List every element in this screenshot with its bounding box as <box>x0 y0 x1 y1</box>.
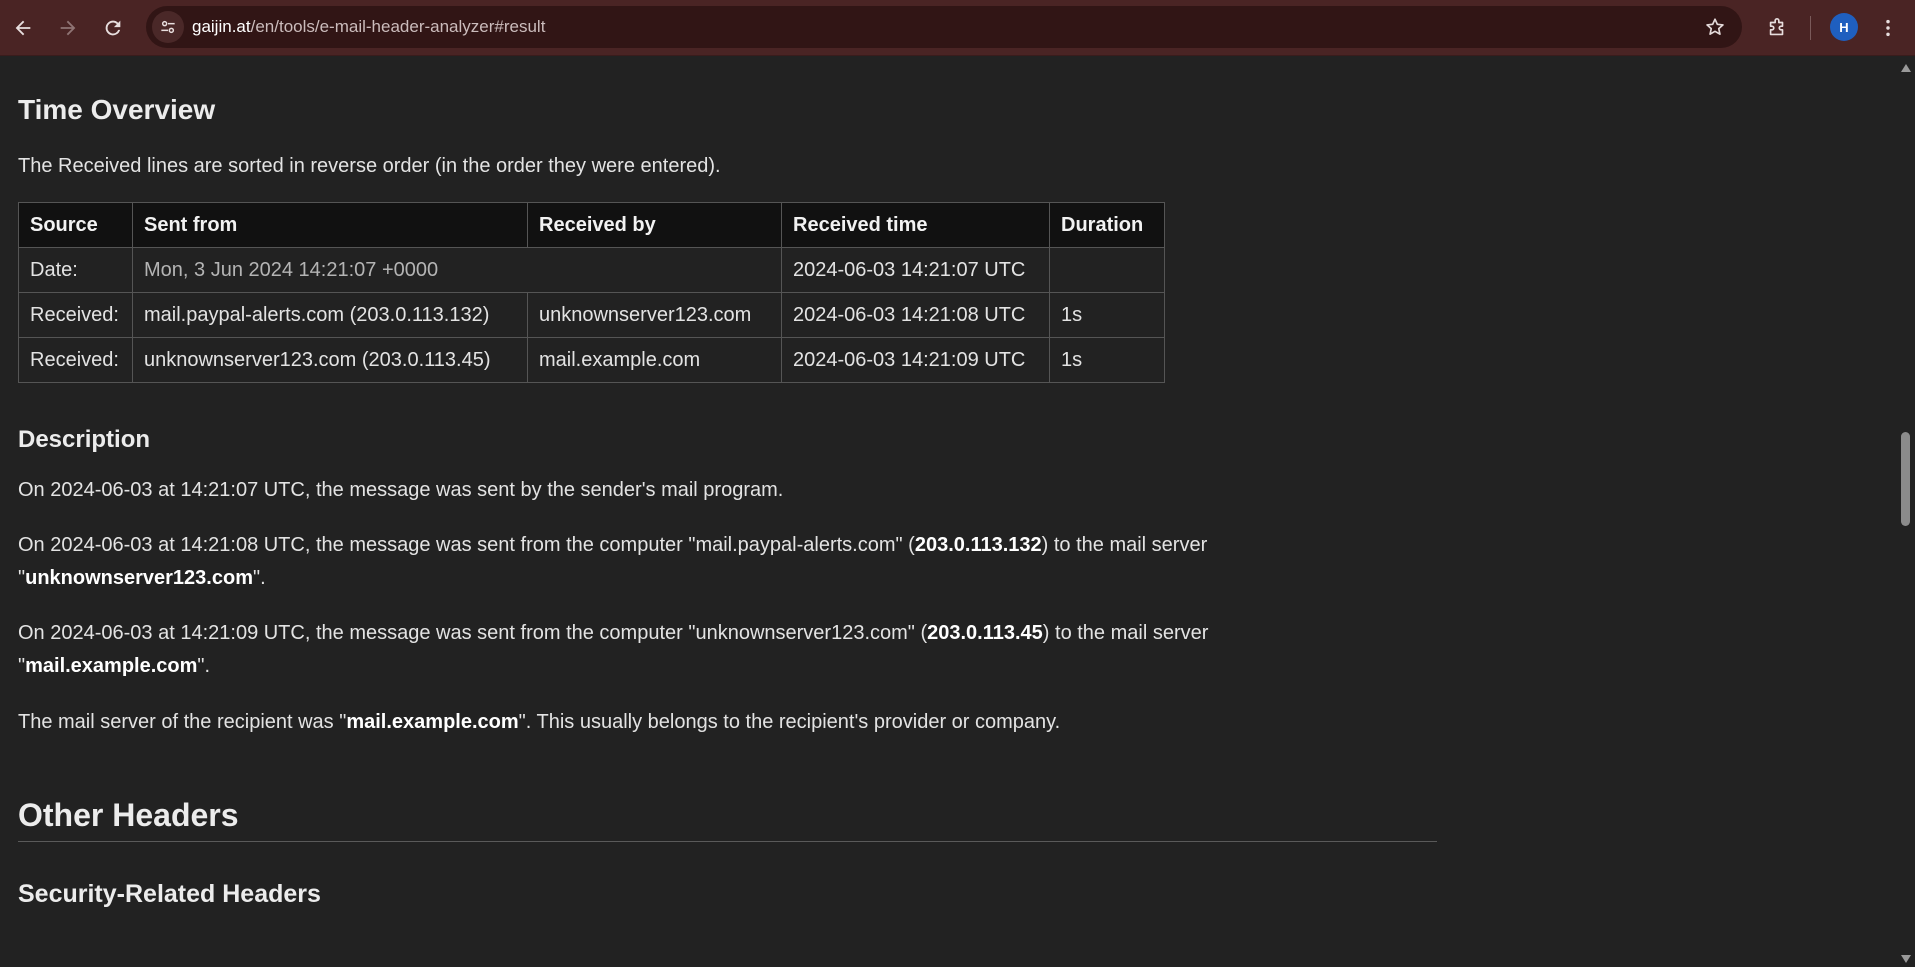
cell-source: Date: <box>18 247 133 293</box>
reload-icon <box>105 20 121 36</box>
mail-server-name: unknownserver123.com <box>25 567 253 589</box>
cell-duration: 1s <box>1049 292 1165 338</box>
more-vert-icon <box>1886 19 1890 37</box>
ip-address: 203.0.113.132 <box>914 534 1042 556</box>
reload-button[interactable] <box>95 10 131 46</box>
scroll-down-arrow-icon[interactable] <box>1901 955 1911 963</box>
scroll-thumb[interactable] <box>1901 432 1910 526</box>
url-host: gaijin.at <box>192 17 251 36</box>
page-scrollbar[interactable] <box>1897 56 1915 967</box>
scroll-up-arrow-icon[interactable] <box>1901 64 1911 72</box>
security-headers-heading: Security-Related Headers <box>18 880 321 908</box>
cell-received-time: 2024-06-03 14:21:07 UTC <box>781 247 1050 293</box>
recipient-mail-server: mail.example.com <box>346 711 519 733</box>
description-heading: Description <box>18 426 151 453</box>
table-row: Date: Mon, 3 Jun 2024 14:21:07 +0000 202… <box>18 247 1165 293</box>
ip-address: 203.0.113.45 <box>927 622 1043 644</box>
cell-source: Received: <box>18 337 133 383</box>
cell-source: Received: <box>18 292 133 338</box>
cell-duration <box>1049 247 1165 293</box>
column-header-sent-from: Sent from <box>132 202 528 248</box>
extensions-button[interactable] <box>1759 10 1795 46</box>
url-text[interactable]: gaijin.at/en/tools/e-mail-header-analyze… <box>192 6 545 48</box>
time-overview-table: Source Sent from Received by Received ti… <box>18 202 1165 383</box>
cell-received-by: mail.example.com <box>527 337 782 383</box>
profile-avatar[interactable]: H <box>1830 13 1858 41</box>
description-line: The mail server of the recipient was "ma… <box>18 706 1358 739</box>
time-overview-heading: Time Overview <box>18 94 216 125</box>
address-bar[interactable]: gaijin.at/en/tools/e-mail-header-analyze… <box>146 6 1742 48</box>
site-info-button[interactable] <box>152 11 184 43</box>
description-line: On 2024-06-03 at 14:21:07 UTC, the messa… <box>18 479 784 501</box>
section-divider <box>18 841 1437 842</box>
description-text: The mail server of the recipient was " <box>18 711 347 733</box>
cell-received-time: 2024-06-03 14:21:08 UTC <box>781 292 1050 338</box>
table-row: Received: unknownserver123.com (203.0.11… <box>18 337 1165 383</box>
description-line: On 2024-06-03 at 14:21:09 UTC, the messa… <box>18 617 1358 683</box>
browser-toolbar: gaijin.at/en/tools/e-mail-header-analyze… <box>0 0 1915 56</box>
cell-duration: 1s <box>1049 337 1165 383</box>
column-header-received-by: Received by <box>527 202 782 248</box>
table-row: Received: mail.paypal-alerts.com (203.0.… <box>18 292 1165 338</box>
column-header-duration: Duration <box>1049 202 1165 248</box>
column-header-received-time: Received time <box>781 202 1050 248</box>
cell-received-by: unknownserver123.com <box>527 292 782 338</box>
url-path: /en/tools/e-mail-header-analyzer#result <box>250 17 546 36</box>
cell-received-time: 2024-06-03 14:21:09 UTC <box>781 337 1050 383</box>
description-text: ". This usually belongs to the recipient… <box>518 711 1061 733</box>
toolbar-divider <box>1810 16 1811 40</box>
cell-sent-from: mail.paypal-alerts.com (203.0.113.132) <box>132 292 528 338</box>
table-header-row: Source Sent from Received by Received ti… <box>18 202 1165 248</box>
puzzle-icon <box>1769 18 1784 36</box>
back-button[interactable] <box>5 10 41 46</box>
column-header-source: Source <box>18 202 133 248</box>
description-line: On 2024-06-03 at 14:21:08 UTC, the messa… <box>18 529 1358 595</box>
forward-button[interactable] <box>50 10 86 46</box>
cell-sent-from: Mon, 3 Jun 2024 14:21:07 +0000 <box>132 247 782 293</box>
description-text: ". <box>252 567 266 589</box>
description-text: On 2024-06-03 at 14:21:08 UTC, the messa… <box>18 534 915 556</box>
arrow-right-icon <box>60 20 76 36</box>
bookmark-star-button[interactable] <box>1702 14 1728 40</box>
mail-server-name: mail.example.com <box>25 655 198 677</box>
star-icon <box>1706 18 1724 35</box>
description-text: ". <box>197 655 211 677</box>
time-overview-intro: The Received lines are sorted in reverse… <box>18 155 721 177</box>
arrow-left-icon <box>15 20 31 36</box>
cell-sent-from: unknownserver123.com (203.0.113.45) <box>132 337 528 383</box>
menu-button[interactable] <box>1870 10 1906 46</box>
description-text: On 2024-06-03 at 14:21:09 UTC, the messa… <box>18 622 928 644</box>
other-headers-heading: Other Headers <box>18 797 239 833</box>
tune-icon <box>161 20 175 34</box>
